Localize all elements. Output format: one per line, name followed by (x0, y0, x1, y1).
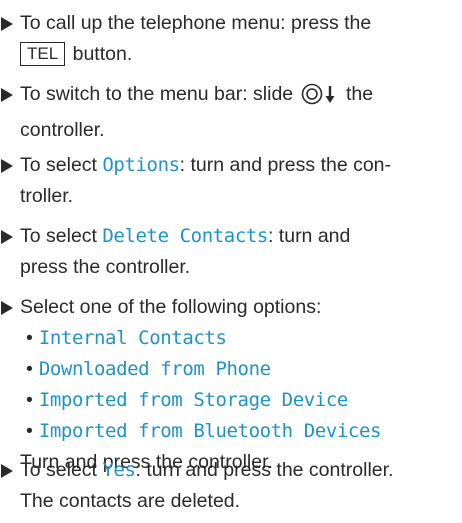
option-list: • Internal Contacts • Downloaded from Phon… (26, 323, 460, 447)
step-select-delete-contacts: To select Delete Contacts: turn and pres… (0, 221, 460, 283)
instruction-page: To call up the telephone menu: press the… (0, 0, 462, 523)
menu-option-label: Internal Contacts (38, 327, 227, 349)
step-select-options: To select Options: turn and press the co… (0, 150, 460, 212)
controller-slide-down-icon (301, 83, 339, 115)
step-text: The contacts are deleted. (20, 490, 241, 512)
menu-option-label: Options (102, 154, 180, 176)
step-text: the (345, 83, 374, 105)
step-text: troller. (20, 185, 74, 207)
step-text: To switch to the menu bar: slide (20, 83, 294, 105)
step-text: button. (67, 43, 133, 65)
step-text: : turn and press the con- (179, 154, 392, 176)
step-arrow-icon (1, 150, 17, 181)
step-switch-menu-bar: To switch to the menu bar: slide the con… (0, 79, 460, 146)
list-item: • Imported from Storage Device (26, 389, 348, 411)
step-arrow-icon (1, 292, 17, 323)
step-text: press the controller. (20, 256, 191, 278)
step-text: To call up the telephone menu: press the (20, 12, 372, 34)
step-call-telephone-menu: To call up the telephone menu: press the… (0, 8, 460, 70)
menu-option-label: Downloaded from Phone (38, 358, 271, 380)
step-text: controller. (20, 119, 105, 141)
list-item: • Internal Contacts (26, 327, 227, 349)
step-select-yes: To select Yes: turn and press the contro… (0, 455, 460, 517)
step-arrow-icon (1, 8, 17, 39)
step-text: To select (20, 154, 103, 176)
list-item: • Downloaded from Phone (26, 358, 271, 380)
step-text: To select (20, 225, 103, 247)
menu-option-label: Yes (102, 459, 136, 481)
step-arrow-icon (1, 455, 17, 486)
menu-option-label: Delete Contacts (102, 225, 268, 247)
step-arrow-icon (1, 221, 17, 252)
step-select-option-list: Select one of the following options: • In… (0, 292, 460, 478)
step-text: : turn and press the controller. (135, 459, 394, 481)
step-arrow-icon (1, 79, 17, 110)
list-item: • Imported from Bluetooth Devices (26, 420, 382, 442)
menu-option-label: Imported from Storage Device (38, 389, 348, 411)
step-text: : turn and (267, 225, 351, 247)
menu-option-label: Imported from Bluetooth Devices (38, 420, 382, 442)
step-text: To select (20, 459, 103, 481)
tel-key-label: TEL (20, 42, 66, 66)
step-text: Select one of the following options: (20, 296, 322, 318)
